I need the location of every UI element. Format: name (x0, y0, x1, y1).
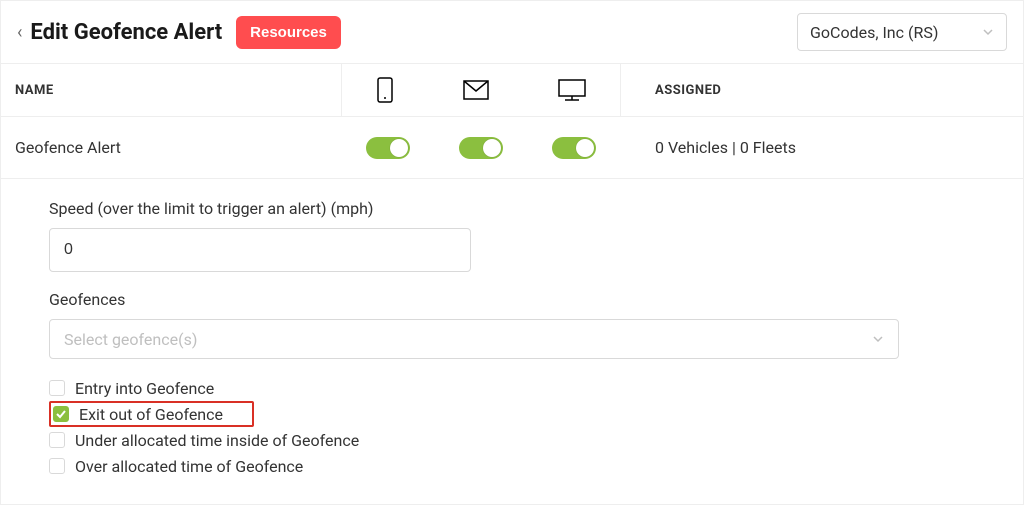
speed-label: Speed (over the limit to trigger an aler… (49, 199, 975, 218)
account-select[interactable]: GoCodes, Inc (RS) (797, 13, 1007, 51)
speed-input[interactable] (49, 228, 471, 272)
geofences-select[interactable]: Select geofence(s) (49, 319, 899, 359)
mail-icon (463, 80, 489, 100)
checkbox[interactable] (53, 406, 69, 422)
checkbox[interactable] (49, 458, 65, 474)
option-exit-out-of-geofence[interactable]: Exit out of Geofence (49, 401, 254, 427)
option-label: Under allocated time inside of Geofence (75, 431, 359, 450)
option-under-allocated-time[interactable]: Under allocated time inside of Geofence (49, 427, 975, 453)
table-row: Geofence Alert 0 Vehicles | 0 Fleets (1, 117, 1023, 179)
chevron-down-icon (982, 23, 994, 42)
toggle-mail[interactable] (459, 137, 503, 159)
geofences-label: Geofences (49, 290, 975, 309)
row-name: Geofence Alert (1, 138, 341, 157)
table-header: NAME ASSIGNED (1, 63, 1023, 117)
desktop-icon (558, 79, 586, 101)
resources-button[interactable]: Resources (236, 16, 341, 49)
mobile-icon (376, 77, 394, 103)
chevron-down-icon (872, 330, 884, 349)
toggle-desktop[interactable] (552, 137, 596, 159)
checkbox[interactable] (49, 432, 65, 448)
option-entry-into-geofence[interactable]: Entry into Geofence (49, 375, 975, 401)
row-assigned: 0 Vehicles | 0 Fleets (621, 138, 1023, 157)
account-selected-label: GoCodes, Inc (RS) (810, 23, 938, 42)
toggle-mobile[interactable] (366, 137, 410, 159)
option-over-allocated-time[interactable]: Over allocated time of Geofence (49, 453, 975, 479)
option-label: Entry into Geofence (75, 379, 214, 398)
option-label: Exit out of Geofence (79, 405, 223, 424)
column-header-name: NAME (1, 83, 341, 98)
column-header-assigned: ASSIGNED (621, 83, 1023, 98)
page-title: Edit Geofence Alert (30, 20, 222, 45)
geofence-options: Entry into Geofence Exit out of Geofence… (49, 375, 975, 479)
back-icon[interactable]: ‹ (17, 22, 22, 43)
geofences-placeholder: Select geofence(s) (64, 330, 197, 349)
checkbox[interactable] (49, 380, 65, 396)
option-label: Over allocated time of Geofence (75, 457, 303, 476)
